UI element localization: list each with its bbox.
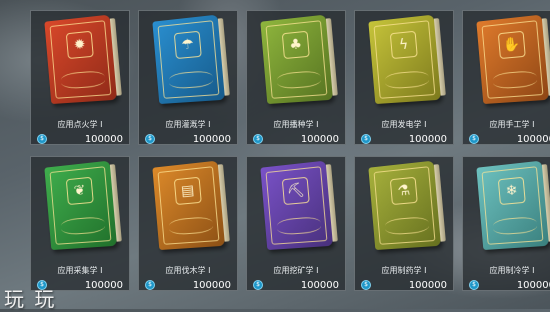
book-title: 应用采集学 I xyxy=(57,266,103,275)
book-image-area: ♣ xyxy=(247,11,345,108)
price-value: 100000 xyxy=(84,133,123,145)
coin-icon: $ xyxy=(253,280,263,290)
book-title: 应用制药学 I xyxy=(381,266,427,275)
price-row: $100000 xyxy=(469,278,550,292)
skill-book-card[interactable]: ❦ 应用采集学 I $100000 xyxy=(30,156,130,291)
price-value: 100000 xyxy=(516,133,550,145)
mortar-icon: ⚗ xyxy=(389,176,418,205)
book-image-area: ϟ xyxy=(355,11,453,108)
price-row: $100000 xyxy=(145,278,231,292)
skill-book: ⛏ xyxy=(260,160,334,250)
coin-icon: $ xyxy=(469,280,479,290)
price-row: $100000 xyxy=(253,132,339,146)
book-title: 应用制冷学 I xyxy=(489,266,535,275)
coin-icon: $ xyxy=(253,134,263,144)
coin-icon: $ xyxy=(145,280,155,290)
book-image-area: ❄ xyxy=(463,157,550,254)
skill-book: ❄ xyxy=(476,160,550,250)
price-row: $100000 xyxy=(253,278,339,292)
skill-book-card[interactable]: ♣ 应用播种学 I $100000 xyxy=(246,10,346,145)
book-title: 应用发电学 I xyxy=(381,120,427,129)
skill-book: ♣ xyxy=(260,14,334,104)
skill-book-card[interactable]: ✹ 应用点火学 I $100000 xyxy=(30,10,130,145)
skill-book-card[interactable]: ✋ 应用手工学 I $100000 xyxy=(462,10,550,145)
book-title: 应用伐木学 I xyxy=(165,266,211,275)
coin-icon: $ xyxy=(469,134,479,144)
price-row: $100000 xyxy=(361,132,447,146)
snowflake-icon: ❄ xyxy=(497,176,526,205)
flame-icon: ✹ xyxy=(65,30,94,59)
book-title: 应用灌溉学 I xyxy=(165,120,211,129)
book-image-area: ❦ xyxy=(31,157,129,254)
skill-book: ✹ xyxy=(44,14,118,104)
price-value: 100000 xyxy=(84,279,123,291)
pickaxe-icon: ⛏ xyxy=(281,176,310,205)
book-image-area: ⛏ xyxy=(247,157,345,254)
price-row: $100000 xyxy=(361,278,447,292)
hand-icon: ✋ xyxy=(497,30,526,59)
book-image-area: ▤ xyxy=(139,157,237,254)
book-image-area: ✋ xyxy=(463,11,550,108)
logs-icon: ▤ xyxy=(173,176,202,205)
skill-book-grid: ✹ 应用点火学 I $100000 ☂ 应用灌溉学 I $100000 ♣ 应用播种学 I $1… xyxy=(0,0,550,309)
price-row: $100000 xyxy=(469,132,550,146)
skill-book: ⚗ xyxy=(368,160,442,250)
skill-book-card[interactable]: ❄ 应用制冷学 I $100000 xyxy=(462,156,550,291)
price-value: 100000 xyxy=(516,279,550,291)
skill-book: ☂ xyxy=(152,14,226,104)
coin-icon: $ xyxy=(361,280,371,290)
skill-book: ϟ xyxy=(368,14,442,104)
price-row: $100000 xyxy=(145,132,231,146)
watermark-text: 玩 玩 xyxy=(4,287,57,311)
book-image-area: ⚗ xyxy=(355,157,453,254)
coin-icon: $ xyxy=(361,134,371,144)
sprout-icon: ♣ xyxy=(281,30,310,59)
skill-book-card[interactable]: ⛏ 应用挖矿学 I $100000 xyxy=(246,156,346,291)
price-value: 100000 xyxy=(192,279,231,291)
skill-book-card[interactable]: ▤ 应用伐木学 I $100000 xyxy=(138,156,238,291)
lightning-icon: ϟ xyxy=(389,30,418,59)
price-value: 100000 xyxy=(192,133,231,145)
skill-book: ✋ xyxy=(476,14,550,104)
site-watermark: 玩 玩 xyxy=(4,283,56,312)
skill-book-card[interactable]: ☂ 应用灌溉学 I $100000 xyxy=(138,10,238,145)
skill-book-card[interactable]: ϟ 应用发电学 I $100000 xyxy=(354,10,454,145)
price-row: $100000 xyxy=(37,132,123,146)
book-title: 应用点火学 I xyxy=(57,120,103,129)
book-title: 应用挖矿学 I xyxy=(273,266,319,275)
skill-book: ❦ xyxy=(44,160,118,250)
price-value: 100000 xyxy=(300,279,339,291)
price-value: 100000 xyxy=(408,133,447,145)
coin-icon: $ xyxy=(37,134,47,144)
leaf-icon: ❦ xyxy=(65,176,94,205)
price-value: 100000 xyxy=(300,133,339,145)
coin-icon: $ xyxy=(145,134,155,144)
skill-book: ▤ xyxy=(152,160,226,250)
watering-can-icon: ☂ xyxy=(173,30,202,59)
skill-book-card[interactable]: ⚗ 应用制药学 I $100000 xyxy=(354,156,454,291)
book-image-area: ✹ xyxy=(31,11,129,108)
book-image-area: ☂ xyxy=(139,11,237,108)
book-title: 应用播种学 I xyxy=(273,120,319,129)
price-value: 100000 xyxy=(408,279,447,291)
book-title: 应用手工学 I xyxy=(489,120,535,129)
